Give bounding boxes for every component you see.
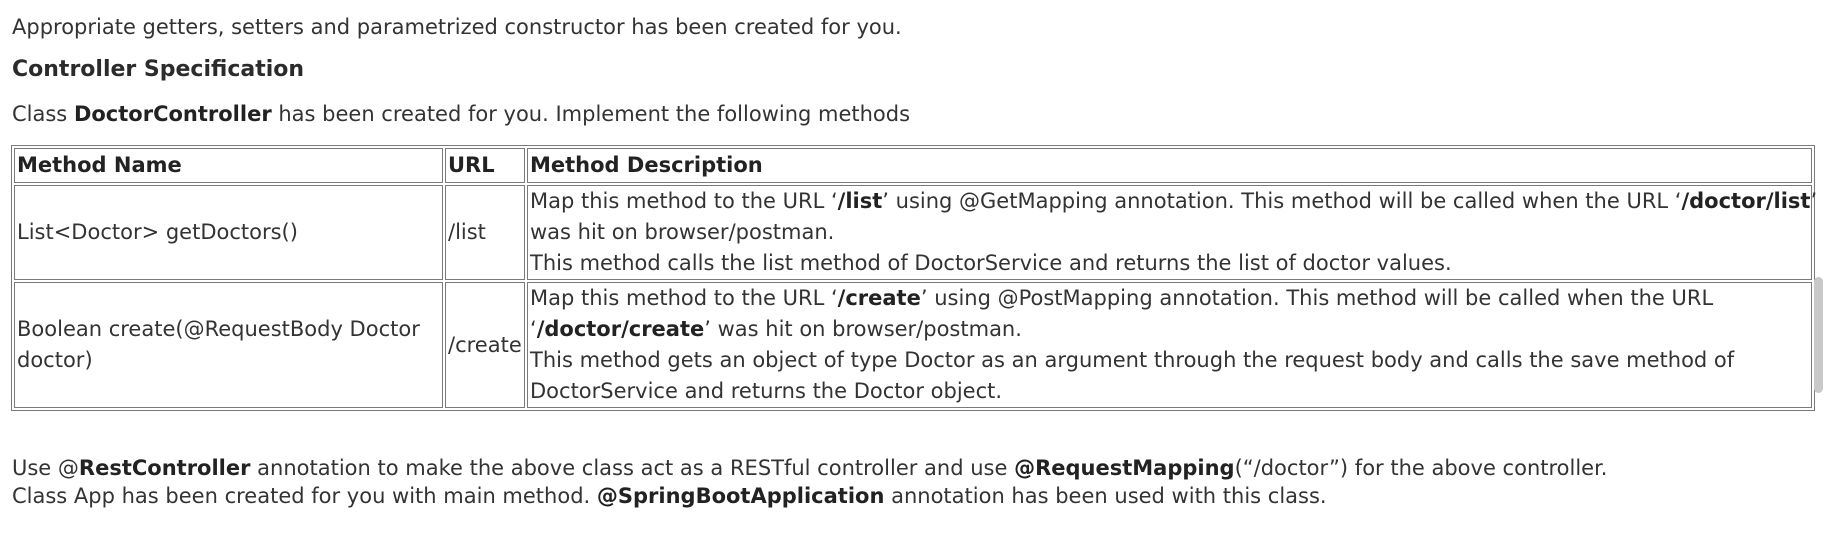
text-span: ’ using @PostMapping annotation. This me…: [920, 286, 1714, 310]
url-bold: /list: [837, 189, 883, 213]
text-span: (“/doctor”) for the above controller.: [1234, 456, 1608, 480]
method-name-cell: List<Doctor> getDoctors(): [14, 185, 443, 280]
url-bold: /doctor/list: [1681, 189, 1811, 213]
description-line: ‘/doctor/create’ was hit on browser/post…: [530, 314, 1809, 345]
annotation-bold: @SpringBootApplication: [596, 484, 885, 508]
controller-specification-heading: Controller Specification: [12, 57, 305, 82]
text-span: ‘: [530, 317, 537, 341]
class-prefix: Class: [12, 102, 74, 126]
table-row: List<Doctor> getDoctors() /list Map this…: [14, 185, 1817, 280]
url-cell: /list: [445, 185, 525, 280]
description-line: Map this method to the URL ‘/create’ usi…: [530, 283, 1809, 314]
class-suffix: has been created for you. Implement the …: [271, 102, 911, 126]
description-line: This method gets an object of type Docto…: [530, 348, 1735, 372]
table-row: Boolean create(@RequestBody Doctor docto…: [14, 282, 1812, 408]
header-method-description: Method Description: [527, 148, 1812, 183]
description-line: This method calls the list method of Doc…: [530, 251, 1452, 275]
class-description: Class DoctorController has been created …: [12, 102, 910, 126]
class-name: DoctorController: [73, 102, 272, 126]
text-span: ’ was hit on browser/postman.: [704, 317, 1022, 341]
annotation-bold: RestController: [78, 456, 251, 480]
text-span: ’ using @GetMapping annotation. This met…: [882, 189, 1682, 213]
method-description-cell: Map this method to the URL ‘/list’ using…: [527, 185, 1817, 280]
header-method-name: Method Name: [14, 148, 443, 183]
method-table: Method Name URL Method Description List<…: [11, 145, 1817, 411]
rest-controller-note: Use @RestController annotation to make t…: [12, 456, 1607, 480]
text-span: annotation to make the above class act a…: [250, 456, 1015, 480]
method-table-container[interactable]: Method Name URL Method Description List<…: [11, 145, 1823, 411]
url-cell: /create: [445, 282, 525, 408]
text-span: ’: [1810, 189, 1818, 213]
text-span: Class App has been created for you with …: [12, 484, 597, 508]
url-bold: /create: [837, 286, 921, 310]
method-name-cell: Boolean create(@RequestBody Doctor docto…: [14, 282, 443, 408]
url-bold: /doctor/create: [536, 317, 705, 341]
header-url: URL: [445, 148, 525, 183]
vertical-scrollbar[interactable]: [1814, 277, 1823, 393]
description-line: was hit on browser/postman.: [530, 220, 835, 244]
intro-text: Appropriate getters, setters and paramet…: [12, 15, 902, 39]
annotation-bold: @RequestMapping: [1014, 456, 1235, 480]
description-line: Map this method to the URL ‘/list’ using…: [530, 186, 1817, 217]
text-span: annotation has been used with this class…: [884, 484, 1327, 508]
app-class-note: Class App has been created for you with …: [12, 484, 1327, 508]
table-header-row: Method Name URL Method Description: [14, 148, 1812, 183]
method-description-cell: Map this method to the URL ‘/create’ usi…: [527, 282, 1812, 408]
text-span: Map this method to the URL ‘: [530, 189, 838, 213]
text-span: Use @: [12, 456, 79, 480]
description-line: DoctorService and returns the Doctor obj…: [530, 379, 1003, 403]
text-span: Map this method to the URL ‘: [530, 286, 838, 310]
